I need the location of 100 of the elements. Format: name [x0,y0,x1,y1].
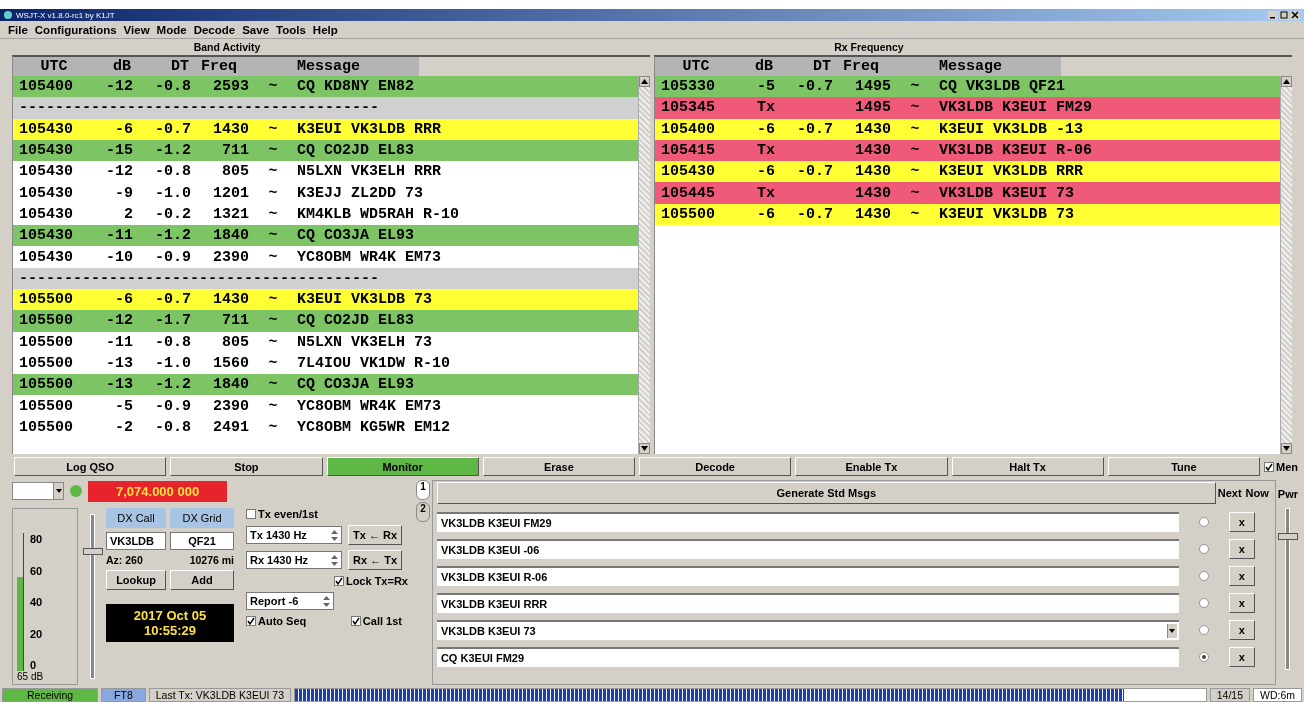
call-first-checkbox[interactable]: Call 1st [350,615,402,627]
app-icon [4,11,12,19]
lock-checkbox[interactable]: Lock Tx=Rx [333,575,408,587]
decode-row[interactable]: 105345 Tx 1495 ~ VK3LDB K3EUI FM29 [655,97,1280,119]
add-button[interactable]: Add [170,570,234,590]
decode-row[interactable]: 105430 -6 -0.7 1430 ~ K3EUI VK3LDB RRR [655,161,1280,183]
decode-row[interactable]: 105445 Tx 1430 ~ VK3LDB K3EUI 73 [655,182,1280,204]
next-radio[interactable] [1198,598,1209,608]
toolbar-button[interactable]: Enable Tx [795,457,948,476]
now-button[interactable]: x [1228,620,1255,640]
report-spinbox[interactable]: Report -6 [246,592,334,610]
menu-item[interactable]: Tools [276,23,306,36]
scale-label: 80 [30,533,43,545]
scroll-up-icon[interactable] [1281,76,1292,87]
check-icon [1265,462,1273,471]
column-header: dB [754,57,774,76]
spin-arrows-icon[interactable] [331,554,338,566]
menu-item[interactable]: Help [312,23,338,36]
spin-arrows-icon[interactable] [331,529,338,541]
toolbar-button[interactable]: Monitor [326,457,479,476]
message-field[interactable]: VK3LDB K3EUI -06 [436,539,1179,559]
tx-even-checkbox[interactable]: Tx even/1st [246,508,416,520]
mode-status: FT8 [101,687,146,702]
decode-row[interactable]: 105500 -6 -0.7 1430 ~ K3EUI VK3LDB 73 [13,288,638,311]
decode-row[interactable]: 105500 -13 -1.2 1840 ~ CQ CO3JA EL93 [13,374,638,396]
scale-label: 0 [30,659,38,671]
spin-arrows-icon[interactable] [323,595,330,607]
watchdog-status: WD:6m [1253,687,1302,702]
now-button[interactable]: x [1228,566,1255,586]
menu-item[interactable]: File [8,23,28,36]
column-header: UTC [681,57,711,76]
toolbar-button[interactable]: Halt Tx [951,457,1104,476]
tx-frequency-spinbox[interactable]: Tx 1430 Hz [246,526,342,544]
next-radio[interactable] [1198,517,1209,527]
scroll-down-icon[interactable] [639,443,650,454]
toolbar-button[interactable]: Tune [1107,457,1260,476]
auto-seq-checkbox[interactable]: Auto Seq [246,615,307,627]
now-button[interactable]: x [1228,512,1255,532]
close-icon [1291,11,1299,19]
scale-label: 40 [30,596,43,608]
scrollbar[interactable] [638,76,650,454]
toolbar-button[interactable]: Log QSO [14,457,167,476]
rx-frequency-spinbox[interactable]: Rx 1430 Hz [246,551,342,569]
scrollbar[interactable] [1280,76,1292,454]
column-header: Freq [842,57,880,76]
separator-row: ---------------------------------------- [13,97,638,119]
menus-checkbox[interactable]: Men [1264,460,1298,473]
menu-item[interactable]: Decode [193,23,236,36]
decode-row[interactable]: 105430 -11 -1.2 1840 ~ CQ CO3JA EL93 [13,225,638,247]
decode-row[interactable]: 105400 -12 -0.8 2593 ~ CQ KD8NY EN82 [13,76,638,98]
next-radio[interactable] [1198,625,1209,635]
maximize-button[interactable] [1279,10,1289,20]
scroll-up-icon[interactable] [639,76,650,87]
column-header: DT [170,57,190,76]
tab[interactable]: 1 [415,480,430,500]
decode-row[interactable]: 105430 -15 -1.2 711 ~ CQ CO2JD EL83 [13,139,638,162]
decode-row[interactable]: 105500 -12 -1.7 711 ~ CQ CO2JD EL83 [13,310,638,332]
message-field[interactable]: VK3LDB K3EUI RRR [436,593,1179,613]
toolbar-button[interactable]: Erase [482,457,635,476]
lookup-button[interactable]: Lookup [106,570,166,590]
message-field[interactable]: CQ K3EUI FM29 [436,647,1179,667]
toolbar-button[interactable]: Decode [639,457,792,476]
next-radio[interactable] [1198,544,1209,554]
meter-reading: 65 dB [17,671,45,682]
close-button[interactable] [1290,10,1300,20]
message-field[interactable]: VK3LDB K3EUI R-06 [436,566,1179,586]
decode-row[interactable]: 105415 Tx 1430 ~ VK3LDB K3EUI R-06 [655,139,1280,162]
decode-row[interactable]: 105330 -5 -0.7 1495 ~ CQ VK3LDB QF21 [655,76,1280,98]
decode-row[interactable]: 105430 -6 -0.7 1430 ~ K3EUI VK3LDB RRR [13,118,638,140]
dx-grid-field[interactable]: QF21 [170,532,234,550]
generate-messages-button[interactable]: Generate Std Msgs [436,482,1216,504]
dropdown-icon[interactable] [53,483,63,499]
menu-item[interactable]: Save [242,23,270,36]
tx-from-rx-button[interactable]: Tx ← Rx [348,525,402,545]
scale-label: 60 [30,564,43,577]
scroll-down-icon[interactable] [1281,443,1292,454]
menu-item[interactable]: Configurations [34,23,117,36]
slider-thumb[interactable] [82,547,103,555]
now-button[interactable]: x [1228,539,1255,559]
slider-thumb[interactable] [1278,533,1299,540]
menu-item[interactable]: Mode [156,23,187,36]
next-radio[interactable] [1198,571,1209,581]
now-button[interactable]: x [1228,593,1255,613]
dx-call-field[interactable]: VK3LDB [106,532,166,550]
menu-item[interactable]: View [123,23,150,36]
dx-call-label: DX Call [106,508,166,528]
message-field[interactable]: VK3LDB K3EUI FM29 [436,512,1179,532]
decode-row[interactable]: 105500 -6 -0.7 1430 ~ K3EUI VK3LDB 73 [655,203,1280,226]
next-header: Next [1216,487,1243,499]
decode-row[interactable]: 105400 -6 -0.7 1430 ~ K3EUI VK3LDB -13 [655,118,1280,140]
check-icon [247,617,255,625]
next-radio[interactable] [1198,652,1209,662]
minimize-button[interactable] [1268,10,1278,20]
now-button[interactable]: x [1228,647,1255,667]
toolbar-button[interactable]: Stop [170,457,323,476]
tab[interactable]: 2 [415,502,430,522]
panel-title: Band Activity [192,40,262,55]
dropdown-icon[interactable] [1166,624,1177,638]
message-field[interactable]: VK3LDB K3EUI 73 [436,620,1179,640]
rx-from-tx-button[interactable]: Rx ← Tx [348,550,402,570]
